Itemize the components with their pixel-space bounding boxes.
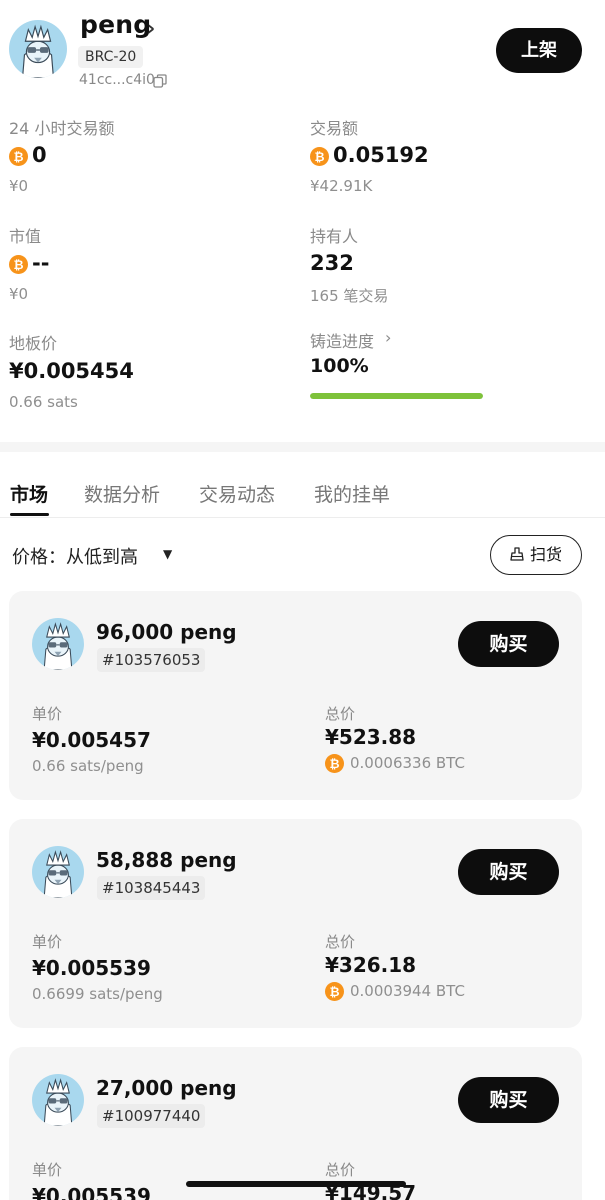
token-avatar	[32, 1074, 84, 1126]
buy-button[interactable]: 购买	[458, 849, 559, 895]
market-cap-value: --	[32, 251, 50, 275]
tab-activity[interactable]: 交易动态	[199, 480, 275, 507]
volume-24h-value: 0	[32, 143, 47, 167]
listing-card[interactable]: 96,000 peng #103576053 购买 单价 ¥0.005457 0…	[9, 591, 582, 800]
unit-price-label: 单价	[32, 933, 63, 951]
sort-dropdown[interactable]: 价格：从低到高	[12, 543, 138, 569]
mint-progress-value: 100%	[310, 355, 369, 377]
market-cap-fiat: ¥0	[9, 285, 29, 303]
standard-badge: BRC-20	[78, 46, 144, 68]
total-price-label: 总价	[325, 1161, 356, 1179]
floor-price-label: 地板价	[9, 334, 58, 353]
btc-icon	[310, 147, 329, 166]
holders-label: 持有人	[310, 227, 359, 246]
listing-card[interactable]: 27,000 peng #100977440 购买 单价 ¥0.005539 总…	[9, 1047, 582, 1200]
mint-progress-fill	[310, 393, 483, 399]
total-price-label: 总价	[325, 705, 356, 723]
listing-amount: 96,000 peng	[96, 620, 237, 644]
sweep-label: 扫货	[529, 545, 562, 564]
broom-icon	[510, 547, 524, 561]
inscription-id: #103845443	[97, 876, 206, 900]
volume-fiat: ¥42.91K	[310, 177, 373, 195]
token-avatar	[32, 618, 84, 670]
floor-price-sats: 0.66 sats	[9, 393, 78, 411]
section-divider	[0, 442, 605, 452]
volume-24h-label: 24 小时交易额	[9, 119, 115, 138]
copy-icon[interactable]	[153, 74, 167, 88]
chevron-right-icon[interactable]: ›	[147, 16, 155, 40]
tab-divider	[0, 517, 605, 518]
caret-down-icon[interactable]: ▼	[163, 547, 172, 561]
total-price-btc: 0.0006336 BTC	[350, 754, 465, 772]
unit-price-label: 单价	[32, 1161, 63, 1179]
total-price: ¥326.18	[325, 953, 417, 977]
btc-icon	[9, 147, 28, 166]
tab-market[interactable]: 市场	[10, 480, 48, 507]
btc-icon	[325, 982, 344, 1001]
inscription-id: #103576053	[97, 648, 206, 672]
listing-amount: 27,000 peng	[96, 1076, 237, 1100]
unit-price-sats: 0.66 sats/peng	[32, 757, 144, 775]
listing-amount: 58,888 peng	[96, 848, 237, 872]
buy-button[interactable]: 购买	[458, 621, 559, 667]
btc-icon	[325, 754, 344, 773]
active-tab-indicator	[10, 513, 49, 516]
token-avatar	[32, 846, 84, 898]
total-price-btc: 0.0003944 BTC	[350, 982, 465, 1000]
holders-value: 232	[310, 251, 354, 275]
unit-price: ¥0.005539	[32, 956, 151, 980]
unit-price-label: 单价	[32, 705, 63, 723]
token-title[interactable]: peng	[80, 10, 151, 39]
volume-24h-fiat: ¥0	[9, 177, 29, 195]
list-for-sale-button[interactable]: 上架	[496, 28, 582, 73]
floor-price-value: ¥0.005454	[9, 359, 134, 383]
tab-analytics[interactable]: 数据分析	[84, 480, 160, 507]
volume-label: 交易额	[310, 119, 359, 138]
volume-value: 0.05192	[333, 143, 429, 167]
tab-my-listings[interactable]: 我的挂单	[314, 480, 390, 507]
mint-progress-bar	[310, 393, 483, 399]
total-price-label: 总价	[325, 933, 356, 951]
chevron-right-icon[interactable]: ›	[385, 328, 391, 347]
buy-button[interactable]: 购买	[458, 1077, 559, 1123]
unit-price: ¥0.005457	[32, 728, 151, 752]
contract-address: 41cc...c4i0	[79, 72, 155, 88]
total-price: ¥523.88	[325, 725, 417, 749]
unit-price-sats: 0.6699 sats/peng	[32, 985, 163, 1003]
token-avatar	[9, 20, 67, 78]
market-cap-label: 市值	[9, 227, 42, 246]
transactions-count: 165 笔交易	[310, 287, 389, 305]
mint-progress-label[interactable]: 铸造进度	[310, 328, 374, 352]
btc-icon	[9, 255, 28, 274]
home-indicator[interactable]	[186, 1181, 406, 1187]
unit-price: ¥0.005539	[32, 1184, 151, 1200]
listing-card[interactable]: 58,888 peng #103845443 购买 单价 ¥0.005539 0…	[9, 819, 582, 1028]
inscription-id: #100977440	[97, 1104, 206, 1128]
sweep-button[interactable]: 扫货	[490, 535, 582, 575]
